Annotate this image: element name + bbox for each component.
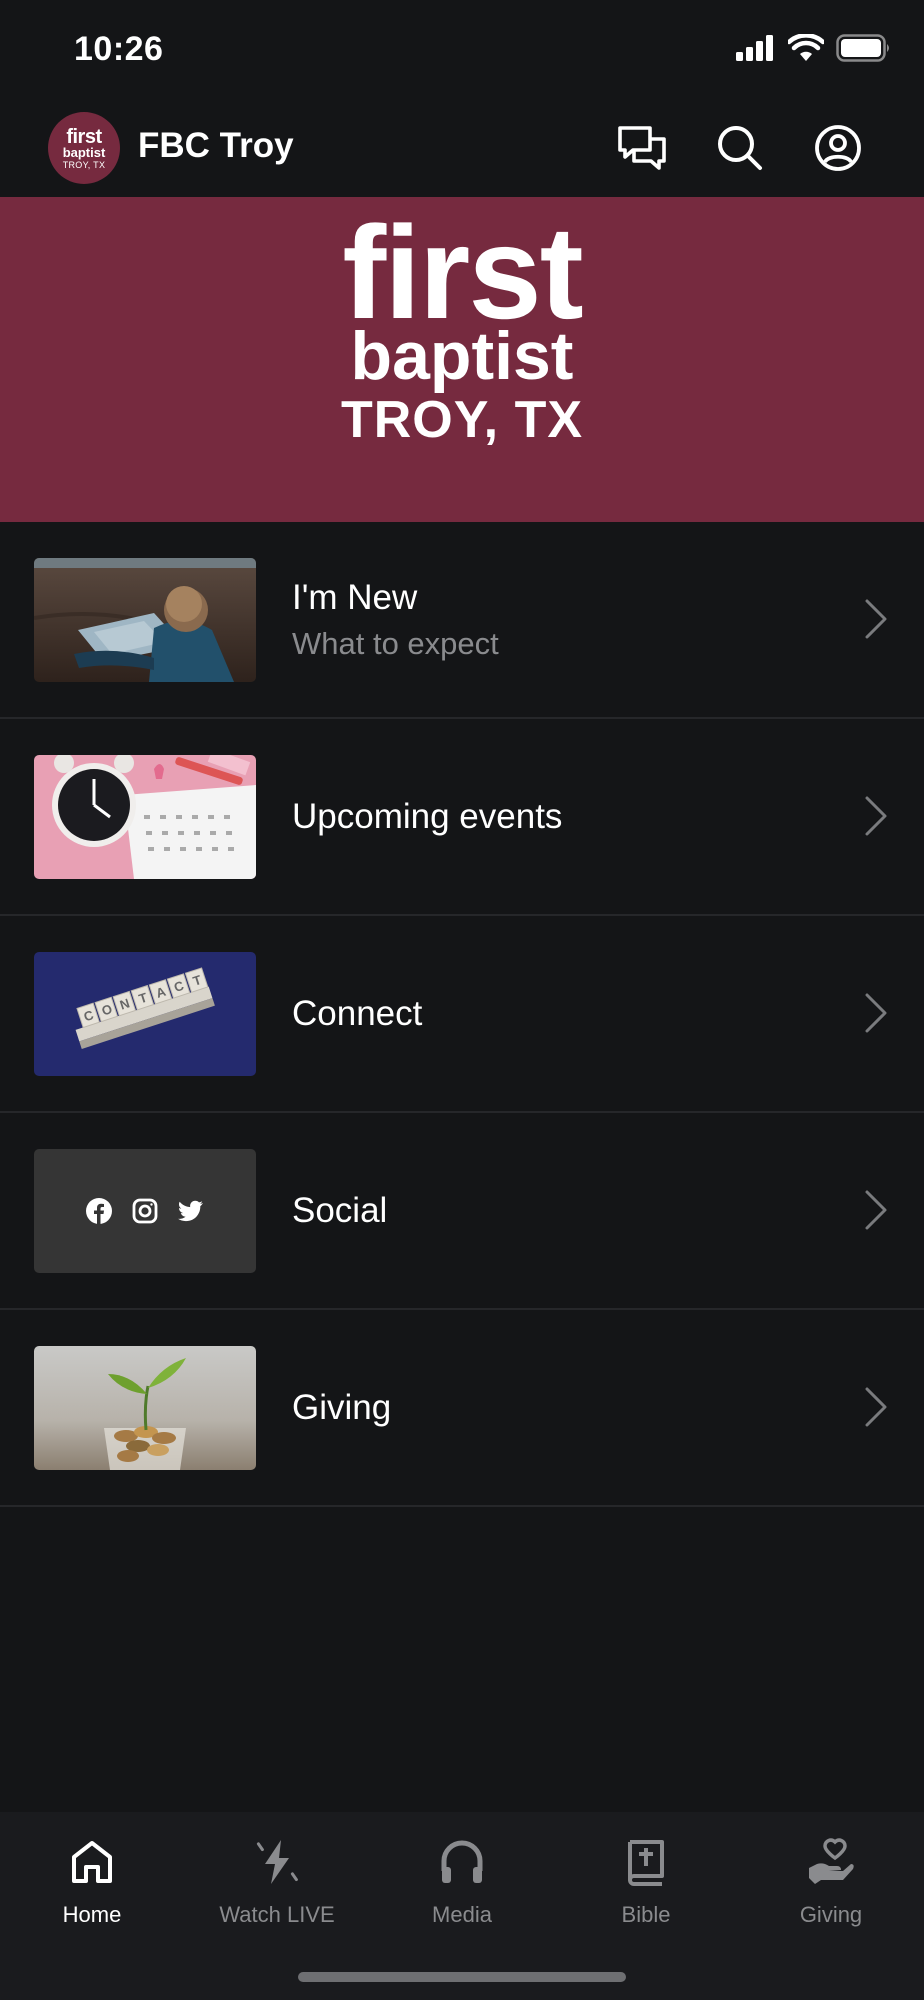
chat-bubbles-icon <box>618 126 666 170</box>
tab-giving[interactable]: Giving <box>739 1832 923 1928</box>
instagram-icon <box>132 1198 158 1224</box>
headphones-icon <box>441 1840 483 1883</box>
account-button[interactable] <box>810 120 866 176</box>
messages-button[interactable] <box>614 120 670 176</box>
app-header: first baptist TROY, TX FBC Troy <box>0 100 924 196</box>
account-icon <box>815 125 861 171</box>
banner-first-text: first <box>342 199 583 346</box>
chevron-right-icon <box>865 993 887 1033</box>
menu-item-text: Connect <box>292 916 422 1111</box>
clock-calendar-thumbnail <box>34 755 256 879</box>
tab-label: Watch LIVE <box>219 1902 335 1927</box>
banner-location-text: TROY, TX <box>340 391 584 449</box>
home-indicator[interactable] <box>298 1972 626 1982</box>
bible-icon <box>628 1840 664 1886</box>
tab-label: Giving <box>799 1902 863 1927</box>
menu-item-text: Social <box>292 1113 387 1308</box>
status-bar: 10:26 <box>0 0 924 100</box>
chevron-right-icon <box>865 599 887 639</box>
battery-icon <box>836 34 889 62</box>
facebook-icon <box>86 1198 112 1224</box>
heart-hand-icon <box>809 1838 854 1884</box>
menu-item-subtitle: What to expect <box>292 625 499 661</box>
tab-label: Media <box>432 1902 492 1927</box>
chevron-right-icon <box>865 1387 887 1427</box>
menu-item-social[interactable]: Social <box>0 1113 924 1310</box>
logo-location-text: TROY, TX <box>62 159 106 170</box>
app-title: FBC Troy <box>138 126 294 165</box>
home-icon <box>72 1841 112 1883</box>
menu-item-im-new[interactable]: I'm New What to expect <box>0 522 924 719</box>
plant-coins-thumbnail <box>34 1346 256 1470</box>
status-time: 10:26 <box>74 30 164 68</box>
logo-first-text: first <box>66 125 102 148</box>
menu-list: I'm New What to expect Upcoming events C… <box>0 522 924 1507</box>
banner-logo: first baptist TROY, TX <box>0 199 924 453</box>
menu-item-title: Upcoming events <box>292 796 563 836</box>
search-icon <box>718 126 762 170</box>
menu-item-title: I'm New <box>292 577 418 617</box>
menu-item-title: Connect <box>292 993 423 1033</box>
menu-item-text: I'm New What to expect <box>292 522 499 717</box>
signal-icon <box>736 35 773 61</box>
tab-bible[interactable]: Bible <box>554 1832 738 1928</box>
tab-watch-live[interactable]: Watch LIVE <box>185 1832 369 1928</box>
map-reading-thumbnail <box>34 558 256 682</box>
tab-label: Home <box>62 1902 122 1927</box>
menu-item-title: Social <box>292 1190 388 1230</box>
search-button[interactable] <box>712 120 768 176</box>
status-icons <box>736 34 892 62</box>
tab-home[interactable]: Home <box>0 1832 184 1928</box>
menu-item-upcoming-events[interactable]: Upcoming events <box>0 719 924 916</box>
menu-item-connect[interactable]: CONTACT Connect <box>0 916 924 1113</box>
menu-item-title: Giving <box>292 1387 392 1427</box>
chevron-right-icon <box>865 1190 887 1230</box>
logo-baptist-text: baptist <box>62 144 106 160</box>
tab-media[interactable]: Media <box>370 1832 554 1928</box>
menu-item-giving[interactable]: Giving <box>0 1310 924 1507</box>
wifi-icon <box>788 34 824 61</box>
banner-baptist-text: baptist <box>350 318 574 394</box>
contact-tiles-thumbnail: CONTACT <box>34 952 256 1076</box>
social-thumbnail <box>34 1149 256 1273</box>
tab-label: Bible <box>621 1902 671 1927</box>
church-logo-avatar[interactable]: first baptist TROY, TX <box>48 112 120 184</box>
menu-item-text: Giving <box>292 1310 391 1505</box>
menu-item-text: Upcoming events <box>292 719 562 914</box>
lightning-icon <box>256 1840 298 1884</box>
chevron-right-icon <box>865 796 887 836</box>
church-banner: first baptist TROY, TX <box>0 197 924 522</box>
twitter-icon <box>178 1200 203 1222</box>
